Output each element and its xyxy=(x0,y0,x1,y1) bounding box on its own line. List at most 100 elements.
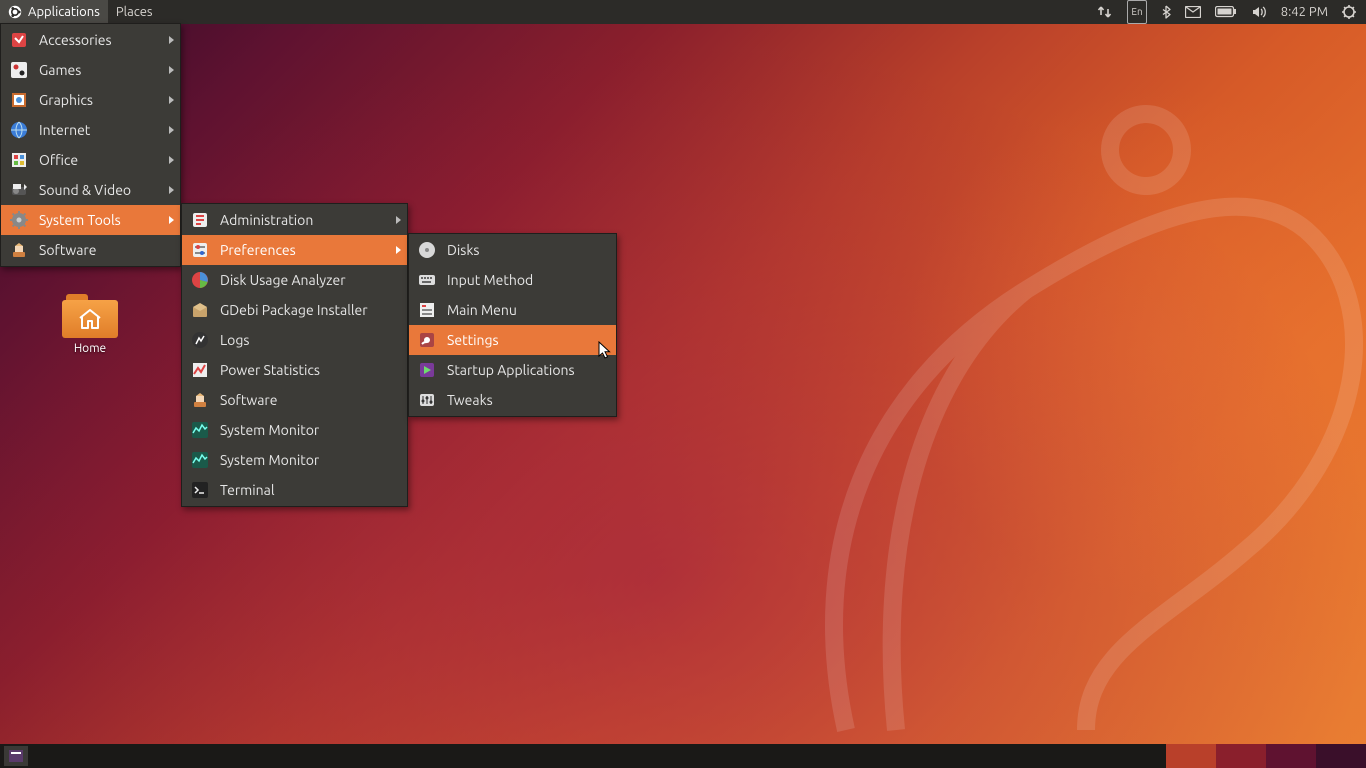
wallpaper-mascot xyxy=(726,30,1366,750)
gdebi-icon xyxy=(190,300,210,320)
menu-item-administration[interactable]: Administration xyxy=(182,205,407,235)
menu-item-system-monitor[interactable]: System Monitor xyxy=(182,445,407,475)
menu-item-disk-usage[interactable]: Disk Usage Analyzer xyxy=(182,265,407,295)
menu-item-label: Software xyxy=(39,242,96,258)
power-stats-icon xyxy=(190,360,210,380)
menu-item-gdebi[interactable]: GDebi Package Installer xyxy=(182,295,407,325)
workspace-3[interactable] xyxy=(1266,744,1316,768)
applications-menu-button[interactable]: Applications xyxy=(0,0,108,24)
system-tools-icon xyxy=(9,210,29,230)
menu-item-label: Startup Applications xyxy=(447,362,575,378)
submenu-arrow-icon xyxy=(169,156,174,164)
startup-icon xyxy=(417,360,437,380)
applications-menu: Accessories Games Graphics Internet Office So… xyxy=(0,23,181,267)
menu-item-label: Graphics xyxy=(39,92,93,108)
menu-item-system-monitor[interactable]: System Monitor xyxy=(182,415,407,445)
menu-item-label: Disk Usage Analyzer xyxy=(220,272,346,288)
menu-item-startup[interactable]: Startup Applications xyxy=(409,355,616,385)
applications-menu-label: Applications xyxy=(28,5,100,19)
menu-item-preferences[interactable]: Preferences xyxy=(182,235,407,265)
power-gear-icon xyxy=(1342,5,1356,19)
menu-item-main-menu[interactable]: Main Menu xyxy=(409,295,616,325)
menu-item-label: Preferences xyxy=(220,242,296,258)
places-menu-button[interactable]: Places xyxy=(108,0,161,24)
envelope-icon xyxy=(1185,6,1201,18)
menu-item-tweaks[interactable]: Tweaks xyxy=(409,385,616,415)
volume-indicator[interactable] xyxy=(1251,0,1267,24)
keyboard-layout-indicator[interactable]: En xyxy=(1127,0,1146,24)
menu-item-settings[interactable]: Settings xyxy=(409,325,616,355)
menu-item-games[interactable]: Games xyxy=(1,55,180,85)
tweaks-icon xyxy=(417,390,437,410)
software-icon xyxy=(9,240,29,260)
menu-item-software[interactable]: Software xyxy=(182,385,407,415)
menu-item-label: Software xyxy=(220,392,277,408)
menu-item-label: Input Method xyxy=(447,272,533,288)
workspace-switcher[interactable] xyxy=(1166,744,1366,768)
menu-item-label: Administration xyxy=(220,212,313,228)
submenu-arrow-icon xyxy=(169,66,174,74)
menu-item-system-tools[interactable]: System Tools xyxy=(1,205,180,235)
menu-item-accessories[interactable]: Accessories xyxy=(1,25,180,55)
workspace-1[interactable] xyxy=(1166,744,1216,768)
taskbar-button[interactable] xyxy=(4,746,28,766)
system-monitor-icon xyxy=(190,420,210,440)
speaker-icon xyxy=(1251,5,1267,19)
menu-item-logs[interactable]: Logs xyxy=(182,325,407,355)
menu-item-label: System Monitor xyxy=(220,452,319,468)
submenu-arrow-icon xyxy=(169,186,174,194)
workspace-2[interactable] xyxy=(1216,744,1266,768)
internet-icon xyxy=(9,120,29,140)
games-icon xyxy=(9,60,29,80)
logs-icon xyxy=(190,330,210,350)
system-monitor-icon xyxy=(190,450,210,470)
submenu-arrow-icon xyxy=(169,126,174,134)
menu-item-label: Office xyxy=(39,152,78,168)
menu-item-label: Tweaks xyxy=(447,392,493,408)
panel-left-group: Applications Places xyxy=(0,0,161,24)
menu-item-label: Accessories xyxy=(39,32,112,48)
disk-usage-icon xyxy=(190,270,210,290)
bluetooth-icon xyxy=(1161,5,1171,19)
menu-item-sound-video[interactable]: Sound & Video xyxy=(1,175,180,205)
terminal-icon xyxy=(190,480,210,500)
main-menu-icon xyxy=(417,300,437,320)
workspace-4[interactable] xyxy=(1316,744,1366,768)
menu-item-label: Games xyxy=(39,62,81,78)
menu-item-terminal[interactable]: Terminal xyxy=(182,475,407,505)
menu-item-internet[interactable]: Internet xyxy=(1,115,180,145)
home-icon-label: Home xyxy=(50,342,130,355)
menu-item-disks[interactable]: Disks xyxy=(409,235,616,265)
submenu-arrow-icon xyxy=(169,216,174,224)
submenu-arrow-icon xyxy=(396,246,401,254)
menu-item-power-stats[interactable]: Power Statistics xyxy=(182,355,407,385)
settings-icon xyxy=(417,330,437,350)
panel-right-tray: En 8:42 PM xyxy=(1087,0,1366,24)
bluetooth-indicator[interactable] xyxy=(1161,0,1171,24)
clock-indicator[interactable]: 8:42 PM xyxy=(1281,0,1328,24)
menu-item-office[interactable]: Office xyxy=(1,145,180,175)
office-icon xyxy=(9,150,29,170)
menu-item-graphics[interactable]: Graphics xyxy=(1,85,180,115)
window-list-icon xyxy=(9,750,23,762)
submenu-arrow-icon xyxy=(396,216,401,224)
network-arrows-icon xyxy=(1097,5,1113,19)
menu-item-label: Settings xyxy=(447,332,499,348)
system-menu-button[interactable] xyxy=(1342,0,1356,24)
mail-indicator[interactable] xyxy=(1185,0,1201,24)
software-icon xyxy=(190,390,210,410)
home-desktop-icon[interactable]: Home xyxy=(50,294,130,355)
menu-item-label: System Tools xyxy=(39,212,121,228)
battery-icon xyxy=(1215,6,1237,18)
ubuntu-logo-icon xyxy=(8,5,22,19)
top-panel: Applications Places En 8:42 PM xyxy=(0,0,1366,24)
menu-item-software[interactable]: Software xyxy=(1,235,180,265)
places-menu-label: Places xyxy=(116,5,153,19)
system-tools-submenu: Administration Preferences Disk Usage Anal… xyxy=(181,203,408,507)
sound-video-icon xyxy=(9,180,29,200)
accessories-icon xyxy=(9,30,29,50)
menu-item-input-method[interactable]: Input Method xyxy=(409,265,616,295)
battery-indicator[interactable] xyxy=(1215,0,1237,24)
menu-item-label: Disks xyxy=(447,242,480,258)
network-indicator[interactable] xyxy=(1097,0,1113,24)
